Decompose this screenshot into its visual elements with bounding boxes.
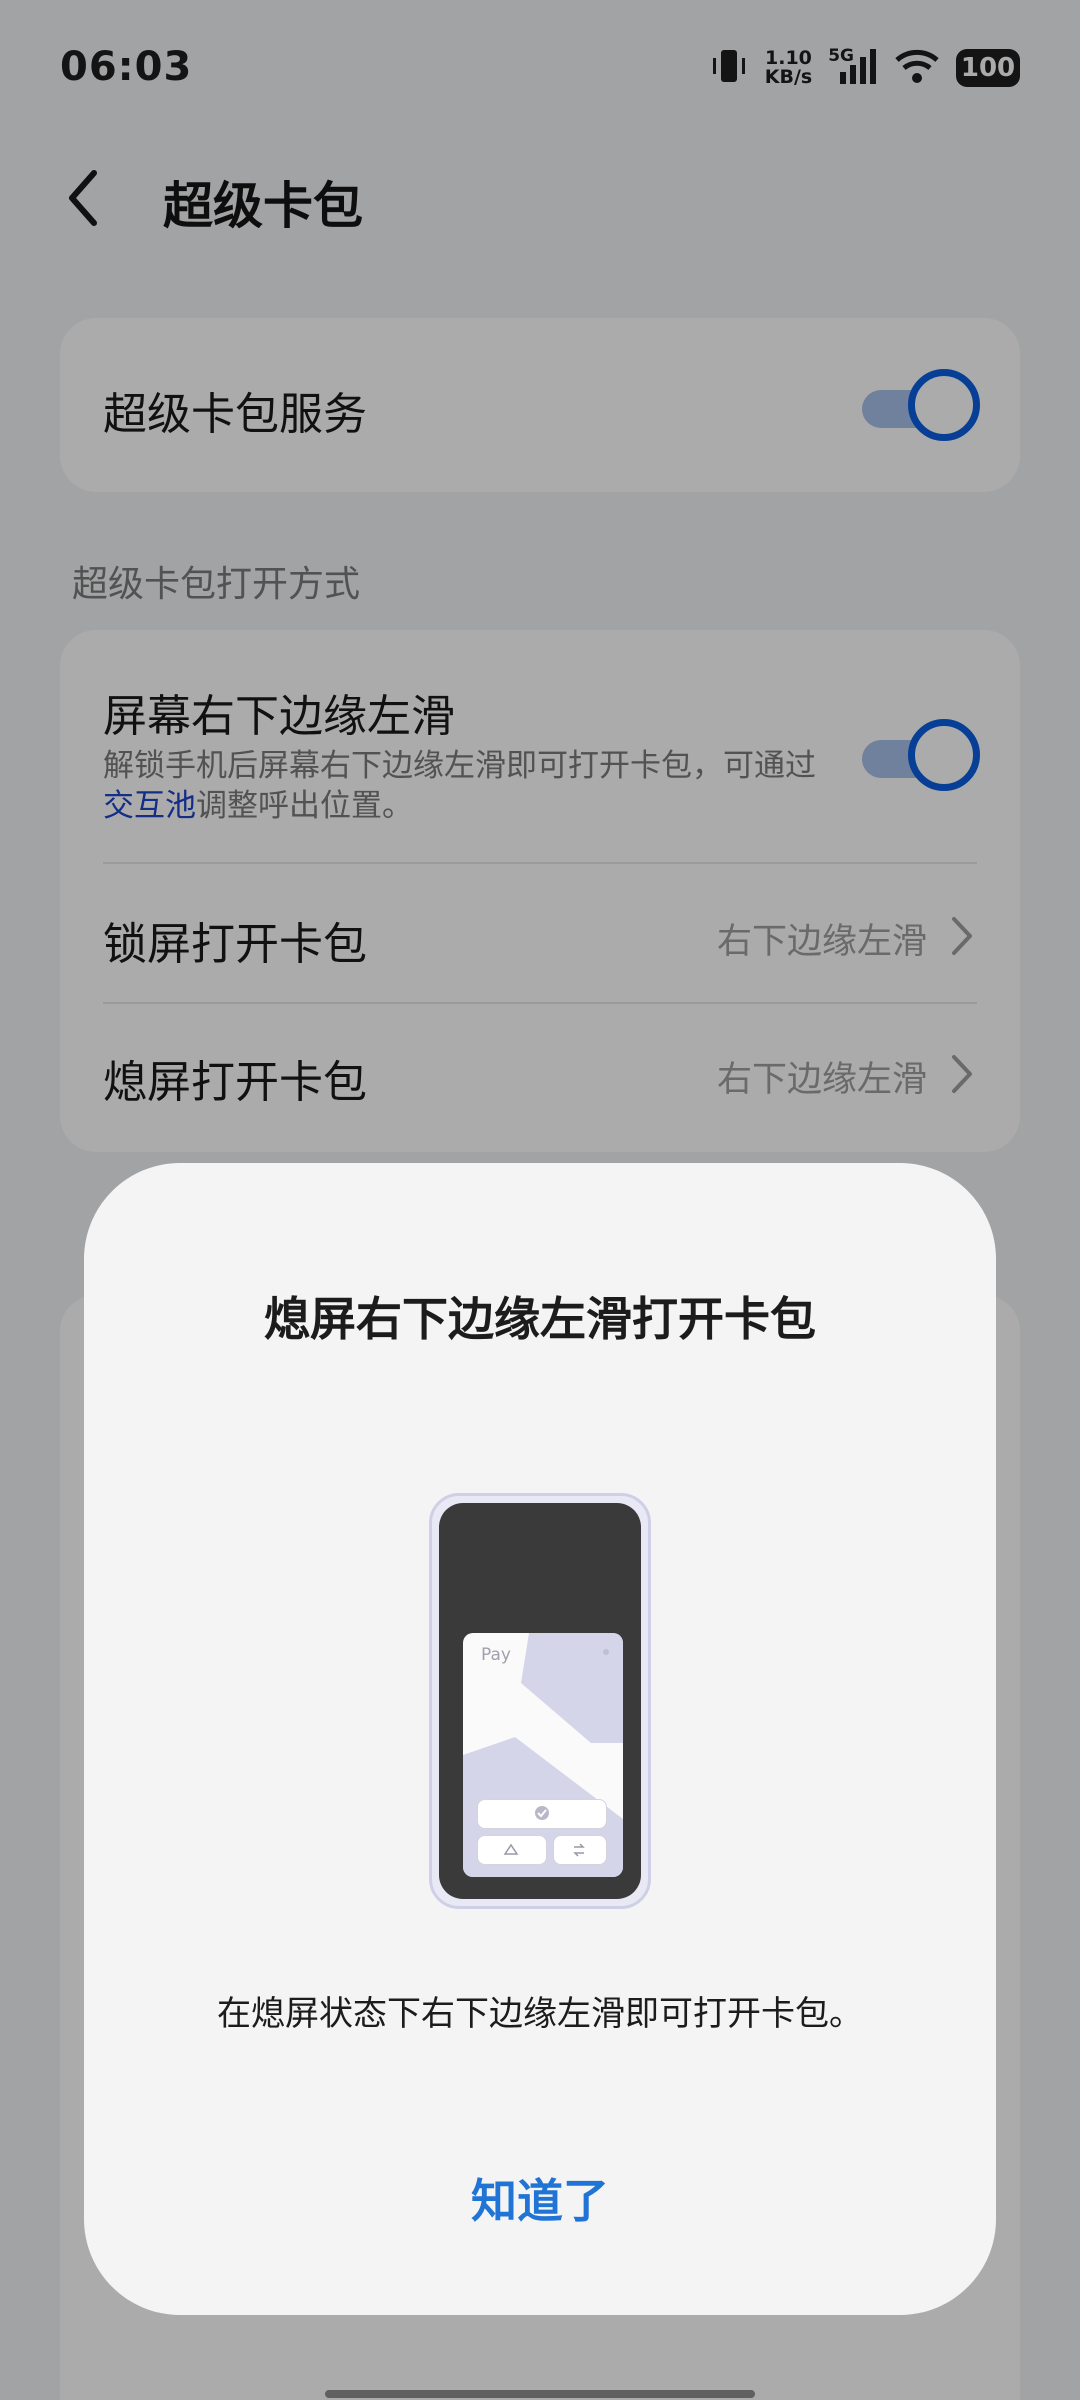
confirm-button[interactable]: 知道了 (440, 2165, 640, 2235)
wallet-swap-button (553, 1835, 607, 1865)
pay-label: Pay (481, 1645, 511, 1665)
phone-illustration: Pay (429, 1493, 651, 1909)
wallet-card-illustration: Pay (463, 1633, 623, 1877)
dialog-title: 熄屏右下边缘左滑打开卡包 (264, 1292, 816, 1346)
info-dialog: 熄屏右下边缘左滑打开卡包 Pay 在熄屏状态下右下边缘左滑即可打开卡包。 知道了 (84, 1163, 996, 2315)
wallet-transit-button (477, 1835, 547, 1865)
dialog-message: 在熄屏状态下右下边缘左滑即可打开卡包。 (217, 1994, 863, 2034)
check-icon (535, 1806, 549, 1820)
transit-icon (503, 1843, 519, 1855)
wallet-pay-button (477, 1799, 607, 1829)
heart-icon (603, 1649, 609, 1655)
phone-screen: Pay (439, 1503, 641, 1899)
swap-icon (573, 1843, 585, 1857)
